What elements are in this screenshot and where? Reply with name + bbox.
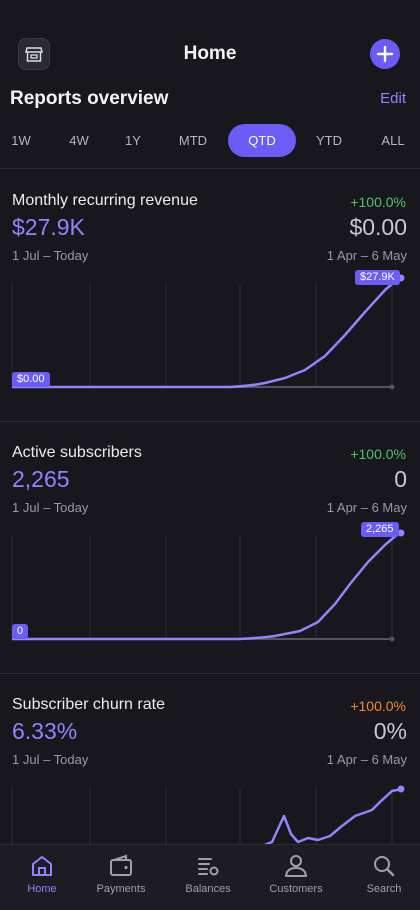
end-value-badge: 2,265	[361, 522, 399, 537]
current-value: 2,265	[12, 466, 70, 492]
nav-label: Balances	[185, 883, 231, 895]
previous-value: 0	[394, 466, 407, 492]
active-subscribers-card[interactable]: Active subscribers +100.0% 2,265 0 1 Jul…	[0, 422, 420, 657]
nav-home[interactable]: Home	[0, 845, 84, 910]
time-range-tabs: 1W 4W 1Y MTD QTD YTD ALL	[0, 124, 420, 158]
nav-label: Customers	[269, 883, 323, 895]
tab-qtd[interactable]: QTD	[228, 124, 296, 157]
nav-label: Home	[27, 883, 57, 895]
card-title: Active subscribers	[12, 444, 142, 461]
reports-overview-title: Reports overview	[10, 88, 169, 109]
balances-icon	[198, 858, 219, 876]
change-badge: +100.0%	[350, 446, 406, 462]
wallet-icon	[110, 854, 132, 876]
person-icon	[285, 855, 307, 877]
tab-1y[interactable]: 1Y	[116, 124, 150, 157]
previous-range: 1 Apr – 6 May	[326, 248, 407, 263]
tab-4w[interactable]: 4W	[60, 124, 98, 157]
add-button[interactable]	[370, 39, 400, 69]
previous-value: 0%	[373, 718, 407, 744]
divider	[0, 168, 420, 169]
previous-value: $0.00	[349, 214, 407, 240]
change-badge: +100.0%	[350, 698, 406, 714]
mrr-chart: $0.00 $27.9K	[0, 270, 420, 405]
previous-range: 1 Apr – 6 May	[326, 500, 407, 515]
current-period-line	[12, 531, 403, 641]
header: Home	[0, 0, 420, 84]
subscribers-chart: 0 2,265	[0, 522, 420, 657]
nav-search[interactable]: Search	[342, 845, 420, 910]
bottom-navigation: Home Payments Balances Customers Search	[0, 844, 420, 910]
nav-balances[interactable]: Balances	[166, 845, 250, 910]
previous-range: 1 Apr – 6 May	[326, 752, 407, 767]
tab-all[interactable]: ALL	[376, 124, 410, 157]
current-value: $27.9K	[12, 214, 85, 240]
current-value: 6.33%	[12, 718, 78, 744]
current-period-line	[261, 787, 403, 848]
current-range: 1 Jul – Today	[12, 500, 89, 515]
mrr-card[interactable]: Monthly recurring revenue +100.0% $27.9K…	[0, 170, 420, 405]
nav-customers[interactable]: Customers	[254, 845, 338, 910]
start-value-badge: 0	[12, 624, 29, 639]
nav-label: Search	[366, 883, 402, 895]
page-title: Home	[183, 43, 237, 64]
reports-overview-row: Reports overview Edit	[10, 86, 406, 114]
mrr-chart-svg	[11, 274, 405, 390]
subscribers-chart-svg	[11, 529, 405, 642]
nav-label: Payments	[96, 883, 146, 895]
current-range: 1 Jul – Today	[12, 248, 89, 263]
tab-1w[interactable]: 1W	[4, 124, 38, 157]
current-range: 1 Jul – Today	[12, 752, 89, 767]
tab-ytd[interactable]: YTD	[310, 124, 348, 157]
change-badge: +100.0%	[350, 194, 406, 210]
nav-payments[interactable]: Payments	[79, 845, 163, 910]
home-icon	[32, 856, 52, 876]
start-value-badge: $0.00	[12, 372, 50, 387]
current-period-line	[12, 276, 403, 389]
end-value-badge: $27.9K	[355, 270, 400, 285]
plus-icon	[376, 45, 394, 63]
card-title: Subscriber churn rate	[12, 696, 165, 713]
edit-button[interactable]: Edit	[380, 90, 406, 107]
tab-mtd[interactable]: MTD	[172, 124, 214, 157]
card-title: Monthly recurring revenue	[12, 192, 198, 209]
search-icon	[374, 856, 395, 877]
